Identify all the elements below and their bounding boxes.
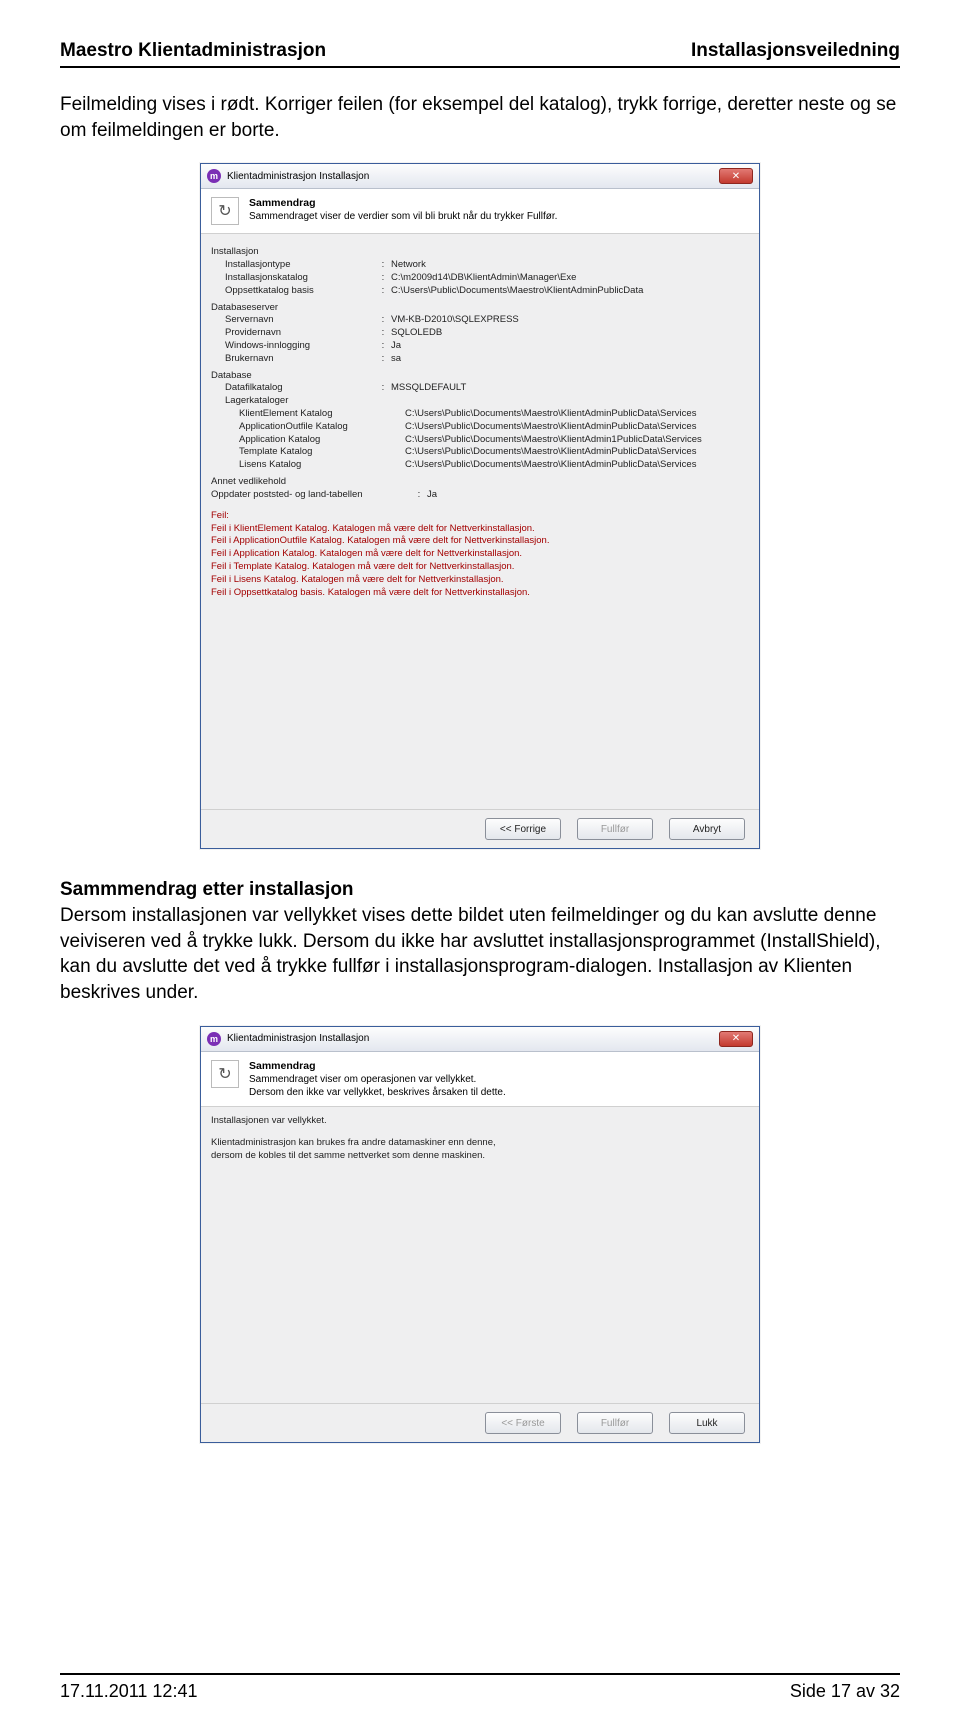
kv-label: Lisens Katalog [239, 459, 389, 472]
section2-title: Sammmendrag etter installasjon [60, 879, 354, 900]
group-maint: Annet vedlikehold [211, 476, 749, 489]
info-line: dersom de kobles til det samme nettverke… [211, 1150, 749, 1163]
close-icon[interactable]: ✕ [719, 1031, 753, 1047]
dialog-footer: << Første Fullfør Lukk [201, 1403, 759, 1442]
doc-title-left: Maestro Klientadministrasjon [60, 40, 326, 62]
info-line: Klientadministrasjon kan brukes fra andr… [211, 1137, 749, 1150]
cancel-button[interactable]: Avbryt [669, 818, 745, 840]
kv-val: VM-KB-D2010\SQLEXPRESS [391, 314, 749, 327]
close-icon[interactable]: ✕ [719, 168, 753, 184]
dialog-title: Klientadministrasjon Installasjon [227, 171, 369, 182]
dialog-body: Installasjon Installasjontype:Network In… [201, 234, 759, 809]
kv-val: Ja [391, 340, 749, 353]
dialog-body: Installasjonen var vellykket. Klientadmi… [201, 1107, 759, 1403]
group-database: Database [211, 370, 749, 383]
finish-button[interactable]: Fullfør [577, 1412, 653, 1434]
footer-page: Side 17 av 32 [790, 1681, 900, 1702]
kv-val: C:\Users\Public\Documents\Maestro\Klient… [405, 459, 749, 472]
kv-label: Providernavn [225, 327, 375, 340]
kv-label: Oppsettkatalog basis [225, 285, 375, 298]
kv-val: Network [391, 259, 749, 272]
kv-val: MSSQLDEFAULT [391, 382, 749, 395]
kv-label: KlientElement Katalog [239, 408, 389, 421]
kv-label: Oppdater poststed- og land-tabellen [211, 489, 411, 502]
kv-val: Ja [427, 489, 749, 502]
install-summary-dialog: m Klientadministrasjon Installasjon ✕ ↻ … [200, 163, 760, 849]
kv-val: sa [391, 353, 749, 366]
group-dbserver: Databaseserver [211, 302, 749, 315]
kv-val: C:\Users\Public\Documents\Maestro\Klient… [405, 408, 749, 421]
errors-title: Feil: [211, 510, 749, 523]
app-icon: m [207, 1032, 221, 1046]
kv-label: Datafilkatalog [225, 382, 375, 395]
dialog-titlebar: m Klientadministrasjon Installasjon ✕ [201, 164, 759, 189]
kv-val: C:\Users\Public\Documents\Maestro\Klient… [405, 446, 749, 459]
dialog-footer: << Forrige Fullfør Avbryt [201, 809, 759, 848]
kv-label: ApplicationOutfile Katalog [239, 421, 389, 434]
close-button[interactable]: Lukk [669, 1412, 745, 1434]
success-line: Installasjonen var vellykket. [211, 1115, 749, 1128]
kv-label: Application Katalog [239, 434, 389, 447]
header-divider [60, 66, 900, 68]
dialog-header-title: Sammendrag [249, 1060, 506, 1072]
error-line: Feil i Oppsettkatalog basis. Katalogen m… [211, 587, 749, 600]
footer-divider [60, 1673, 900, 1675]
group-install: Installasjon [211, 246, 749, 259]
kv-label: Servernavn [225, 314, 375, 327]
refresh-icon: ↻ [211, 197, 239, 225]
kv-val: SQLOLEDB [391, 327, 749, 340]
intro-paragraph: Feilmelding vises i rødt. Korriger feile… [60, 92, 900, 143]
section2: Sammmendrag etter installasjon Dersom in… [60, 877, 900, 1005]
kv-val: C:\Users\Public\Documents\Maestro\Klient… [405, 421, 749, 434]
kv-val: C:\Users\Public\Documents\Maestro\Klient… [405, 434, 749, 447]
dialog-header: ↻ Sammendrag Sammendraget viser de verdi… [201, 189, 759, 234]
error-line: Feil i Application Katalog. Katalogen må… [211, 548, 749, 561]
dialog-titlebar: m Klientadministrasjon Installasjon ✕ [201, 1027, 759, 1052]
section2-text: Dersom installasjonen var vellykket vise… [60, 905, 881, 1003]
kv-label: Template Katalog [239, 446, 389, 459]
kv-label: Lagerkataloger [225, 395, 375, 408]
refresh-icon: ↻ [211, 1060, 239, 1088]
kv-val: C:\Users\Public\Documents\Maestro\Klient… [391, 285, 749, 298]
kv-label: Installasjonskatalog [225, 272, 375, 285]
back-button[interactable]: << Forrige [485, 818, 561, 840]
footer-timestamp: 17.11.2011 12:41 [60, 1681, 197, 1702]
kv-label: Installasjontype [225, 259, 375, 272]
first-button[interactable]: << Første [485, 1412, 561, 1434]
dialog-header-sub1: Sammendraget viser om operasjonen var ve… [249, 1074, 506, 1085]
error-line: Feil i ApplicationOutfile Katalog. Katal… [211, 535, 749, 548]
error-line: Feil i Template Katalog. Katalogen må væ… [211, 561, 749, 574]
dialog-header-sub: Sammendraget viser de verdier som vil bl… [249, 211, 557, 222]
doc-title-right: Installasjonsveiledning [691, 40, 900, 62]
error-line: Feil i KlientElement Katalog. Katalogen … [211, 523, 749, 536]
error-line: Feil i Lisens Katalog. Katalogen må være… [211, 574, 749, 587]
kv-label: Brukernavn [225, 353, 375, 366]
finish-button[interactable]: Fullfør [577, 818, 653, 840]
dialog-title: Klientadministrasjon Installasjon [227, 1033, 369, 1044]
dialog-header-title: Sammendrag [249, 197, 557, 209]
kv-label: Windows-innlogging [225, 340, 375, 353]
app-icon: m [207, 169, 221, 183]
dialog-header-sub2: Dersom den ikke var vellykket, beskrives… [249, 1087, 506, 1098]
install-success-dialog: m Klientadministrasjon Installasjon ✕ ↻ … [200, 1026, 760, 1443]
kv-val: C:\m2009d14\DB\KlientAdmin\Manager\Exe [391, 272, 749, 285]
dialog-header: ↻ Sammendrag Sammendraget viser om opera… [201, 1052, 759, 1107]
